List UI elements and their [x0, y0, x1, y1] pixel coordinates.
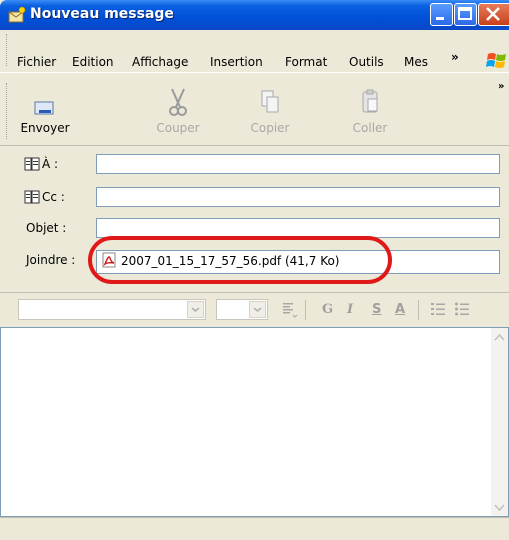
maximize-button[interactable]	[454, 3, 477, 26]
copy-label: Copier	[250, 121, 290, 135]
cut-label: Couper	[156, 121, 200, 135]
new-message-icon	[8, 6, 26, 23]
scroll-up-button[interactable]	[491, 328, 508, 345]
menu-edition[interactable]: Edition	[72, 55, 114, 69]
cc-field[interactable]	[96, 187, 500, 207]
menu-overflow-chevron[interactable]: »	[451, 50, 459, 64]
font-color-button[interactable]: A	[395, 302, 405, 317]
copy-button[interactable]: Copier	[235, 85, 305, 135]
paste-icon	[362, 89, 378, 113]
paste-label: Coller	[352, 121, 388, 135]
menu-insertion[interactable]: Insertion	[210, 55, 263, 69]
address-book-icon[interactable]	[24, 190, 40, 204]
separator	[305, 300, 306, 320]
italic-button[interactable]: I	[347, 302, 353, 317]
separator	[418, 300, 419, 320]
close-icon	[486, 7, 500, 21]
menu-messages[interactable]: Mes	[404, 55, 429, 69]
windows-logo-icon	[486, 53, 506, 68]
compose-window: Nouveau message Fichier Edition Affichag…	[0, 0, 509, 540]
format-toolbar: G I S A	[0, 292, 509, 327]
menu-format[interactable]: Format	[285, 55, 327, 69]
send-label: Envoyer	[20, 121, 70, 135]
chevron-down-icon	[494, 503, 505, 511]
chevron-up-icon	[494, 333, 505, 341]
vertical-scrollbar[interactable]	[491, 328, 508, 516]
menu-outils[interactable]: Outils	[349, 55, 384, 69]
underline-button[interactable]: S	[372, 302, 381, 317]
minimize-button[interactable]	[430, 3, 453, 26]
message-body[interactable]	[0, 327, 509, 517]
status-bar	[0, 517, 509, 540]
minimize-icon	[436, 17, 444, 20]
font-size-select[interactable]	[216, 299, 268, 320]
menu-bar: Fichier Edition Affichage Insertion Form…	[0, 30, 509, 73]
to-label: À :	[42, 157, 59, 171]
toolbar-overflow-chevron[interactable]: »	[498, 81, 504, 92]
scissors-icon	[169, 88, 187, 116]
send-icon	[34, 101, 54, 115]
chevron-down-icon	[191, 307, 200, 312]
paragraph-style-icon[interactable]	[282, 301, 298, 319]
address-book-icon[interactable]	[24, 157, 40, 171]
numbered-list-icon[interactable]	[430, 301, 446, 319]
paste-button[interactable]: Coller	[335, 85, 405, 135]
copy-icon	[261, 90, 279, 113]
send-button[interactable]: Envoyer	[10, 85, 80, 135]
menu-grip[interactable]	[6, 34, 10, 66]
to-field[interactable]	[96, 154, 500, 174]
font-name-select[interactable]	[18, 299, 206, 320]
subject-label: Objet :	[26, 221, 67, 235]
close-button[interactable]	[478, 3, 509, 26]
menu-affichage[interactable]: Affichage	[132, 55, 188, 69]
title-bar[interactable]: Nouveau message	[0, 0, 509, 30]
bold-button[interactable]: G	[322, 302, 333, 317]
bullet-list-icon[interactable]	[454, 301, 470, 319]
subject-field[interactable]	[96, 218, 500, 238]
menu-fichier[interactable]: Fichier	[17, 55, 56, 69]
scroll-down-button[interactable]	[491, 499, 508, 516]
maximize-icon	[458, 7, 472, 20]
window-title: Nouveau message	[30, 6, 174, 22]
attachment-highlight	[88, 236, 392, 284]
cc-label: Cc :	[42, 190, 65, 204]
chevron-down-icon	[253, 307, 262, 312]
cut-button[interactable]: Couper	[143, 85, 213, 135]
attach-label: Joindre :	[26, 253, 76, 267]
standard-toolbar: Envoyer Couper Copier Coller »	[0, 73, 509, 146]
